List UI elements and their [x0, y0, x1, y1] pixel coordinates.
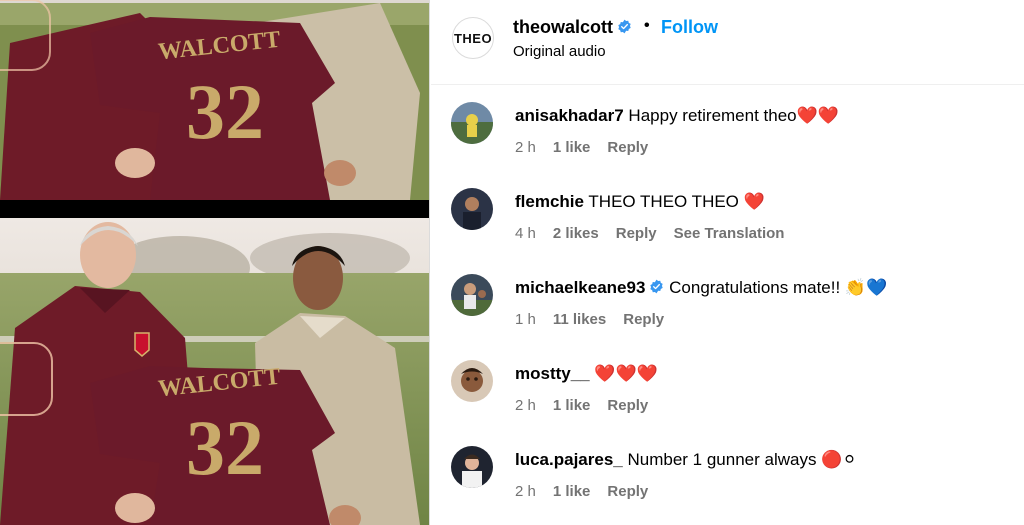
account-logo-text: THEO: [453, 30, 493, 46]
reply-button[interactable]: Reply: [607, 483, 648, 500]
see-translation-button[interactable]: See Translation: [674, 225, 785, 242]
comment-item: flemchie THEO THEO THEO ❤️ 4 h 2 likes Rep…: [431, 188, 1024, 258]
jersey-number-bottom: 32: [186, 404, 264, 491]
photo-scene-bottom: WALCOTT 32: [0, 218, 429, 525]
comment-username[interactable]: flemchie: [515, 192, 584, 211]
reel-media[interactable]: WALCOTT 32 WALCOTT 32: [0, 0, 430, 525]
comment-username[interactable]: michaelkeane93: [515, 278, 645, 297]
comment-likes[interactable]: 1 like: [553, 397, 591, 414]
comment-item: michaelkeane93 Congratulations mate!! 👏💙…: [431, 274, 1024, 344]
comment-time: 1 h: [515, 311, 536, 328]
account-avatar[interactable]: THEO: [452, 17, 494, 59]
photo-scene-top: WALCOTT 32: [0, 0, 429, 200]
comment-body: Happy retirement theo❤️❤️: [628, 106, 839, 125]
comment-likes[interactable]: 2 likes: [553, 225, 599, 242]
comment-text: luca.pajares_ Number 1 gunner always 🔴⚪: [515, 450, 857, 470]
commenter-avatar[interactable]: [451, 446, 493, 488]
comment-text: flemchie THEO THEO THEO ❤️: [515, 192, 765, 212]
comment-likes[interactable]: 1 like: [553, 139, 591, 156]
comment-meta: 2 h 1 like Reply: [515, 139, 665, 156]
comment-time: 2 h: [515, 483, 536, 500]
follow-button[interactable]: Follow: [661, 17, 718, 38]
comment-text: anisakhadar7 Happy retirement theo❤️❤️: [515, 106, 839, 126]
comment-text: mostty__ ❤️❤️❤️: [515, 364, 658, 384]
comment-item: anisakhadar7 Happy retirement theo❤️❤️ 2…: [431, 102, 1024, 172]
post-username-row: theowalcott: [513, 17, 632, 38]
comment-time: 4 h: [515, 225, 536, 242]
commenter-avatar[interactable]: [451, 360, 493, 402]
verified-badge-icon: [618, 19, 631, 34]
commenter-avatar[interactable]: [451, 102, 493, 144]
reply-button[interactable]: Reply: [607, 139, 648, 156]
comment-meta: 2 h 1 like Reply: [515, 397, 665, 414]
comment-meta: 2 h 1 like Reply: [515, 483, 665, 500]
comment-time: 2 h: [515, 397, 536, 414]
comment-body: Congratulations mate!! 👏💙: [669, 278, 888, 297]
commenter-avatar[interactable]: [451, 274, 493, 316]
comment-likes[interactable]: 1 like: [553, 483, 591, 500]
comment-meta: 4 h 2 likes Reply See Translation: [515, 225, 801, 242]
comment-meta: 1 h 11 likes Reply: [515, 311, 681, 328]
audio-label[interactable]: Original audio: [513, 43, 606, 60]
reply-button[interactable]: Reply: [623, 311, 664, 328]
comment-body: Number 1 gunner always 🔴⚪: [627, 450, 857, 469]
post-username[interactable]: theowalcott: [513, 17, 613, 37]
comment-username[interactable]: anisakhadar7: [515, 106, 624, 125]
comment-username[interactable]: luca.pajares_: [515, 450, 623, 469]
comment-username[interactable]: mostty__: [515, 364, 590, 383]
post-header: THEO theowalcott • Follow Original audio: [431, 0, 1024, 85]
reply-button[interactable]: Reply: [607, 397, 648, 414]
verified-badge-icon: [650, 279, 664, 294]
video-frame-bottom: WALCOTT 32: [0, 218, 429, 525]
commenter-avatar[interactable]: [451, 188, 493, 230]
video-frame-top: WALCOTT 32: [0, 0, 429, 200]
comment-body: THEO THEO THEO ❤️: [588, 192, 765, 211]
comment-likes[interactable]: 11 likes: [553, 311, 606, 328]
jersey-number-top: 32: [186, 68, 264, 155]
comment-body: ❤️❤️❤️: [594, 364, 658, 383]
comment-time: 2 h: [515, 139, 536, 156]
header-separator: •: [644, 17, 650, 34]
comment-text: michaelkeane93 Congratulations mate!! 👏💙: [515, 278, 887, 298]
comment-item: mostty__ ❤️❤️❤️ 2 h 1 like Reply: [431, 360, 1024, 430]
comments-panel: THEO theowalcott • Follow Original audio…: [431, 0, 1024, 525]
reply-button[interactable]: Reply: [616, 225, 657, 242]
comment-item: luca.pajares_ Number 1 gunner always 🔴⚪ …: [431, 446, 1024, 516]
